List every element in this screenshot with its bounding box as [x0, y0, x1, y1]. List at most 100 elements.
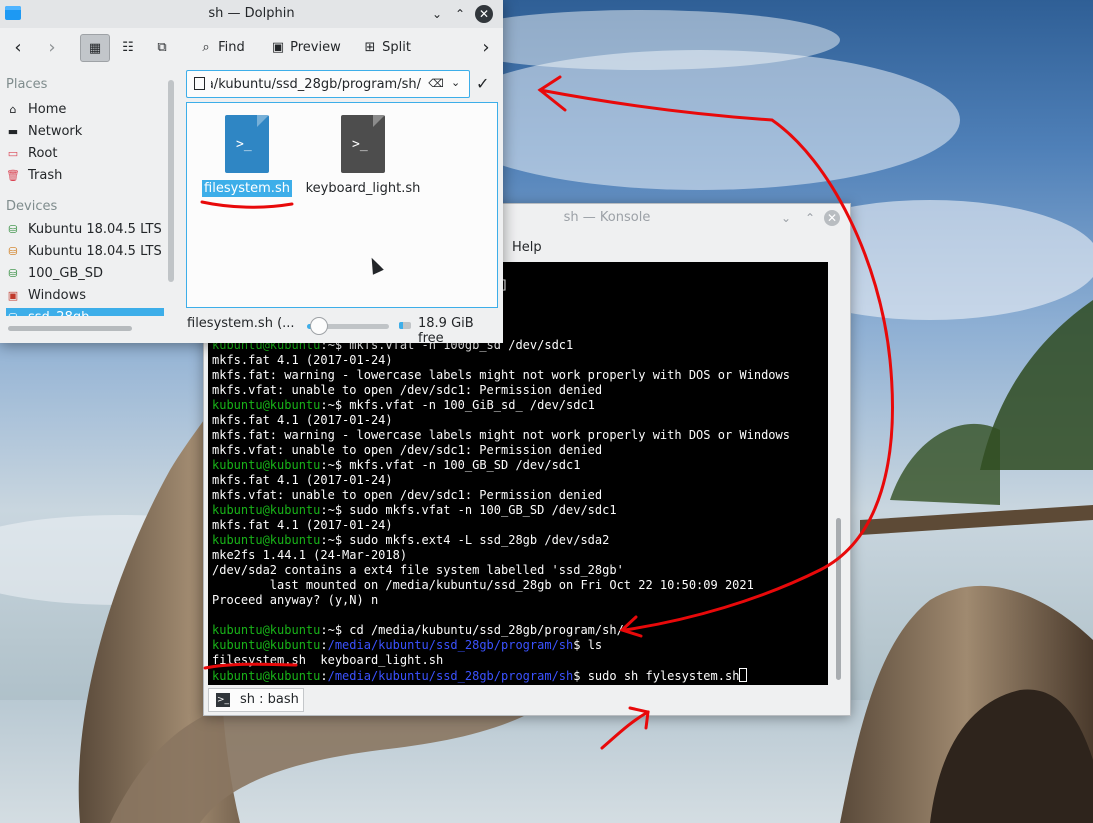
grid-icon: ▦: [88, 41, 102, 56]
file-item-keyboard-light[interactable]: >_ keyboard_light.sh: [303, 115, 423, 197]
find-button[interactable]: ⌕ Find: [198, 34, 245, 62]
prompt-user: kubuntu@kubuntu: [212, 533, 321, 547]
terminal-line: mkfs.fat 4.1 (2017-01-24): [212, 518, 393, 533]
terminal-text: /dev/sda2 contains a ext4 file system la…: [212, 563, 624, 577]
zoom-slider-handle[interactable]: [310, 317, 328, 335]
file-view[interactable]: >_ filesystem.sh >_ keyboard_light.sh: [186, 102, 498, 308]
close-icon[interactable]: ✕: [475, 5, 493, 23]
place-trash[interactable]: 🗑 Trash: [6, 166, 164, 186]
terminal-text: :~$ mkfs.vfat -n 100_GB_SD /dev/sdc1: [320, 458, 581, 472]
location-bar[interactable]: /media/kubuntu/ssd_28gb/program/sh/ ⌫ ⌄: [186, 70, 470, 98]
menu-help[interactable]: Help: [512, 240, 542, 255]
more-button[interactable]: ›: [478, 34, 494, 62]
chevron-down-icon[interactable]: ⌄: [428, 5, 446, 23]
drive-icon: ⛁: [8, 267, 18, 280]
dolphin-titlebar[interactable]: sh — Dolphin ⌄ ⌃ ✕: [0, 0, 503, 28]
places-scrollbar[interactable]: [168, 80, 174, 282]
device-kubuntu-1[interactable]: ⛁ Kubuntu 18.04.5 LTS i3: [6, 220, 164, 240]
file-item-filesystem[interactable]: >_ filesystem.sh: [187, 115, 307, 197]
device-kubuntu-2[interactable]: ⛁ Kubuntu 18.04.5 LTS i3: [6, 242, 164, 262]
maximize-icon[interactable]: ⌃: [802, 210, 818, 226]
list-icon: ☷: [122, 40, 134, 55]
chevron-right-icon: ›: [482, 37, 490, 58]
prompt-user: kubuntu@kubuntu: [212, 638, 321, 652]
device-100gb-sd[interactable]: ⛁ 100_GB_SD: [6, 264, 164, 284]
terminal-line: Proceed anyway? (y,N) n: [212, 593, 378, 608]
terminal-text: mkfs.fat: warning - lowercase labels mig…: [212, 428, 790, 442]
tab-bash[interactable]: >_ sh : bash: [208, 688, 304, 712]
clear-icon[interactable]: ⌫: [427, 76, 445, 92]
terminal-text: :: [320, 638, 328, 652]
terminal-line: mkfs.vfat: unable to open /dev/sdc1: Per…: [212, 383, 602, 398]
terminal-line: kubuntu@kubuntu:~$ sudo mkfs.vfat -n 100…: [212, 503, 617, 518]
close-icon[interactable]: ✕: [824, 210, 840, 226]
free-space-text: 18.9 GiB free: [418, 316, 474, 346]
terminal-text: mkfs.fat: warning - lowercase labels mig…: [212, 368, 790, 382]
device-windows[interactable]: ▣ Windows: [6, 286, 164, 306]
maximize-icon[interactable]: ⌃: [451, 5, 469, 23]
places-hscrollbar[interactable]: [8, 326, 132, 331]
terminal-text: :~$ sudo mkfs.vfat -n 100_GB_SD /dev/sdc…: [320, 503, 617, 517]
details-view-button[interactable]: ⧉: [154, 34, 174, 62]
prompt-user: kubuntu@kubuntu: [212, 669, 321, 683]
confirm-location-icon[interactable]: ✓: [476, 74, 489, 93]
chevron-down-icon[interactable]: ⌄: [451, 76, 460, 89]
device-label: Kubuntu 18.04.5 LTS i3: [28, 222, 164, 237]
terminal-text: mkfs.fat 4.1 (2017-01-24): [212, 473, 393, 487]
trash-icon: 🗑: [6, 169, 20, 182]
terminal-text: Proceed anyway? (y,N) n: [212, 593, 379, 607]
split-button[interactable]: ⊞ Split: [362, 34, 411, 62]
terminal-text: mke2fs 1.44.1 (24-Mar-2018): [212, 548, 408, 562]
forward-button[interactable]: ›: [44, 34, 60, 62]
find-label: Find: [218, 40, 245, 55]
free-space-fill: [399, 322, 404, 329]
back-button[interactable]: ‹: [10, 34, 26, 62]
terminal-line: /dev/sda2 contains a ext4 file system la…: [212, 563, 624, 578]
tab-label: sh : bash: [240, 692, 299, 707]
device-label: Kubuntu 18.04.5 LTS i3: [28, 244, 164, 259]
terminal-line: kubuntu@kubuntu:~$ cd /media/kubuntu/ssd…: [212, 623, 624, 638]
chevron-down-icon[interactable]: ⌄: [778, 210, 794, 226]
status-text: filesystem.sh (...: [187, 316, 295, 331]
terminal-text: $ sudo sh fylesystem.sh: [573, 669, 740, 683]
terminal-text: :~$ sudo mkfs.ext4 -L ssd_28gb /dev/sda2: [320, 533, 610, 547]
place-label: Trash: [28, 168, 63, 183]
place-label: Root: [28, 146, 58, 161]
search-icon: ⌕: [202, 40, 210, 55]
prompt-user: kubuntu@kubuntu: [212, 503, 321, 517]
split-icon: ⊞: [364, 40, 376, 55]
place-label: Home: [28, 102, 67, 117]
places-panel: Places ⌂ Home ▬ Network ▭ Root 🗑 Trash Devic…: [0, 68, 176, 343]
device-ssd-28gb[interactable]: ⛁ ssd_28gb: [6, 308, 164, 316]
prompt-path: /media/kubuntu/ssd_28gb/program/sh: [327, 669, 574, 683]
preview-button[interactable]: ▣ Preview: [270, 34, 341, 62]
free-space-bar: [399, 322, 411, 329]
script-file-icon: >_: [341, 115, 385, 173]
place-root[interactable]: ▭ Root: [6, 144, 164, 164]
terminal-line: mkfs.vfat: unable to open /dev/sdc1: Per…: [212, 443, 602, 458]
location-input[interactable]: /media/kubuntu/ssd_28gb/program/sh/: [211, 77, 421, 92]
device-label: 100_GB_SD: [28, 266, 104, 281]
scrollbar-thumb[interactable]: [836, 518, 841, 680]
dolphin-window[interactable]: sh — Dolphin ⌄ ⌃ ✕ ‹ › ▦ ☷ ⧉ ⌕ Find ▣ Pr…: [0, 0, 503, 346]
dolphin-toolbar: ‹ › ▦ ☷ ⧉ ⌕ Find ▣ Preview ⊞ Split ›: [0, 28, 503, 68]
mouse-cursor: [366, 255, 384, 275]
home-icon: ⌂: [9, 103, 17, 116]
terminal-line: mkfs.fat 4.1 (2017-01-24): [212, 413, 393, 428]
terminal-text: :~$ cd /media/kubuntu/ssd_28gb/program/s…: [320, 623, 624, 637]
text-cursor: [739, 668, 748, 682]
icons-view-button[interactable]: ▦: [80, 34, 110, 62]
prompt-path: /media/kubuntu/ssd_28gb/program/sh: [327, 638, 574, 652]
terminal-line: mkfs.fat 4.1 (2017-01-24): [212, 473, 393, 488]
konsole-tabbar: >_ sh : bash: [204, 685, 850, 715]
terminal-line: mkfs.fat: warning - lowercase labels mig…: [212, 428, 790, 443]
compact-view-button[interactable]: ☷: [120, 34, 140, 62]
drive-icon: ⛁: [6, 308, 20, 316]
terminal-scrollbar[interactable]: [833, 262, 844, 685]
terminal-line: kubuntu@kubuntu:~$ mkfs.vfat -n 100_GiB_…: [212, 398, 595, 413]
terminal-line: mkfs.vfat: unable to open /dev/sdc1: Per…: [212, 488, 602, 503]
place-network[interactable]: ▬ Network: [6, 122, 164, 142]
place-home[interactable]: ⌂ Home: [6, 100, 164, 120]
terminal-text: mkfs.vfat: unable to open /dev/sdc1: Per…: [212, 443, 603, 457]
device-label: Windows: [28, 288, 87, 303]
